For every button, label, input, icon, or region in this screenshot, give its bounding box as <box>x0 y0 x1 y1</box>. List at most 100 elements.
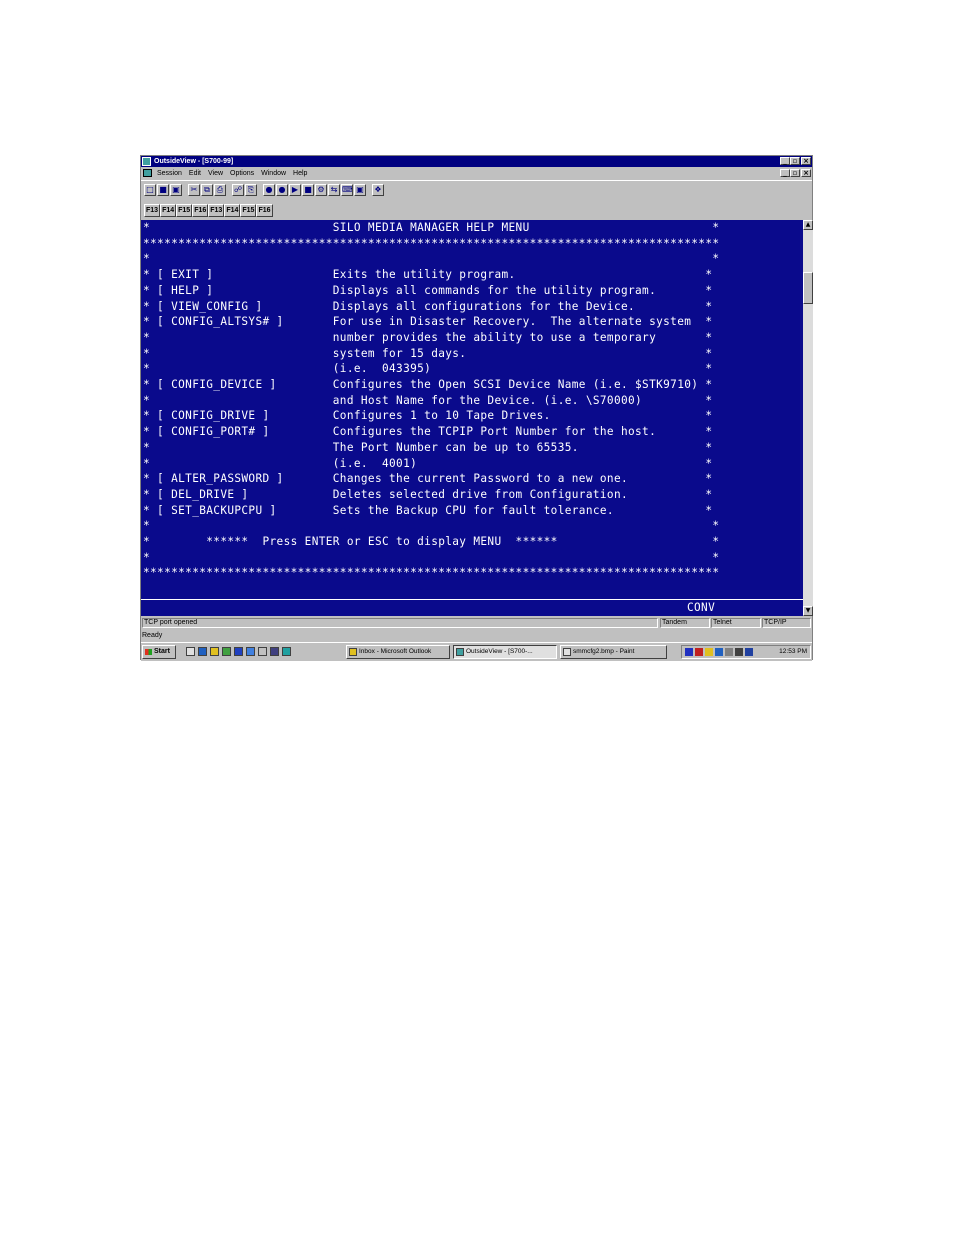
cut-icon[interactable]: ✂ <box>188 184 200 196</box>
show-desktop-icon[interactable] <box>186 647 195 656</box>
outsideview-icon <box>456 648 464 656</box>
task-outlook[interactable]: Inbox - Microsoft Outlook <box>346 645 450 659</box>
vertical-scrollbar[interactable]: ▲ ▼ <box>803 220 813 616</box>
task-label: smmcfg2.bmp - Paint <box>573 648 635 655</box>
outsideview-app-icon[interactable] <box>142 157 151 166</box>
menu-view[interactable]: View <box>208 169 223 178</box>
menu-bar: Session Edit View Options Window Help _ … <box>141 167 812 179</box>
fkey-button[interactable]: F14 <box>160 204 177 217</box>
printer-tray-icon[interactable] <box>725 648 733 656</box>
outlook-express-icon[interactable] <box>210 647 219 656</box>
fkey-button[interactable]: F14 <box>224 204 241 217</box>
paint-icon <box>563 648 571 656</box>
scroll-thumb[interactable] <box>803 272 813 304</box>
screen-icon[interactable]: ▣ <box>354 184 366 196</box>
record-icon[interactable]: ● <box>276 184 288 196</box>
fkey-button[interactable]: F15 <box>176 204 193 217</box>
macro-icon[interactable]: ● <box>263 184 275 196</box>
terminal-screen[interactable]: * SILO MEDIA MANAGER HELP MENU * *******… <box>141 220 803 616</box>
ready-indicator: Ready <box>142 632 163 639</box>
terminal-line: * (i.e. 4001) * <box>143 456 713 470</box>
terminal-line: * [ DEL_DRIVE ] Deletes selected drive f… <box>143 487 713 501</box>
terminal-line: * [ CONFIG_ALTSYS# ] For use in Disaster… <box>143 315 713 329</box>
taskbar: Start Inbox - Microsoft Outlook OutsideV… <box>141 642 812 661</box>
print-icon[interactable]: ⎙ <box>214 184 226 196</box>
menu-options[interactable]: Options <box>230 169 254 178</box>
terminal-line: * [ VIEW_CONFIG ] Displays all configura… <box>143 299 713 313</box>
status-transport: TCP/IP <box>762 618 811 628</box>
status-protocol: Telnet <box>711 618 761 628</box>
terminal-line: * The Port Number can be up to 65535. * <box>143 440 713 454</box>
help-book-icon[interactable]: ❖ <box>372 184 384 196</box>
title-bar[interactable]: OutsideView - [S700-99] _ ▫ × <box>141 156 812 167</box>
messenger-icon[interactable] <box>234 647 243 656</box>
clock[interactable]: 12:53 PM <box>779 646 807 658</box>
doc-restore-button[interactable]: ▫ <box>790 169 800 177</box>
fkey-button[interactable]: F13 <box>144 204 161 217</box>
terminal-line: * [ CONFIG_DEVICE ] Configures the Open … <box>143 378 713 391</box>
menu-session[interactable]: Session <box>157 169 182 178</box>
terminal-line: * [ HELP ] Displays all commands for the… <box>143 283 713 297</box>
fkey-button[interactable]: F15 <box>240 204 257 217</box>
minimize-button[interactable]: _ <box>780 157 790 165</box>
status-host-type: Tandem <box>660 618 710 628</box>
task-label: OutsideView - [S700-... <box>466 648 533 655</box>
task-paint[interactable]: smmcfg2.bmp - Paint <box>560 645 667 659</box>
keyboard-icon[interactable]: ⌨ <box>341 184 353 196</box>
document-controls: _ ▫ × <box>780 169 811 177</box>
start-label: Start <box>154 648 170 655</box>
channels-icon[interactable] <box>222 647 231 656</box>
terminal-line: * SILO MEDIA MANAGER HELP MENU * <box>143 221 720 234</box>
terminal-line: * * <box>143 550 720 564</box>
menu-items: Session Edit View Options Window Help <box>157 169 307 178</box>
transfer-icon[interactable]: ⇆ <box>328 184 340 196</box>
disconnect-icon[interactable]: ⎘ <box>245 184 257 196</box>
menu-edit[interactable]: Edit <box>189 169 201 178</box>
start-button[interactable]: Start <box>142 645 176 659</box>
network-icon[interactable] <box>246 647 255 656</box>
status-message: TCP port opened <box>142 618 658 628</box>
scroll-down-icon[interactable]: ▼ <box>803 606 813 616</box>
task-outsideview[interactable]: OutsideView - [S700-... <box>453 645 557 659</box>
menu-help[interactable]: Help <box>293 169 307 178</box>
terminal-line: * [ CONFIG_PORT# ] Configures the TCPIP … <box>143 425 713 439</box>
connect-icon[interactable]: ☍ <box>232 184 244 196</box>
internet-explorer-icon[interactable] <box>198 647 207 656</box>
settings-icon[interactable]: ⚙ <box>315 184 327 196</box>
doc-minimize-button[interactable]: _ <box>780 169 790 177</box>
scroll-up-icon[interactable]: ▲ <box>803 220 813 230</box>
maximize-button[interactable]: ▫ <box>790 157 800 165</box>
stop-icon[interactable]: ■ <box>302 184 314 196</box>
system-tray: 12:53 PM <box>681 645 811 659</box>
session-icon[interactable] <box>143 169 152 177</box>
recycle-icon[interactable] <box>282 647 291 656</box>
terminal-line: * [ EXIT ] Exits the utility program. * <box>143 268 713 282</box>
messenger-tray-icon[interactable] <box>715 648 723 656</box>
calculator-icon[interactable] <box>258 647 267 656</box>
terminal-line: * (i.e. 043395) * <box>143 362 713 376</box>
fkey-button[interactable]: F16 <box>256 204 273 217</box>
close-button[interactable]: × <box>801 157 811 165</box>
user-icon[interactable] <box>270 647 279 656</box>
task-label: Inbox - Microsoft Outlook <box>359 648 432 655</box>
terminal-line: * * <box>143 519 720 533</box>
fkey-button[interactable]: F16 <box>192 204 209 217</box>
open-icon[interactable]: ■ <box>157 184 169 196</box>
play-icon[interactable]: ▶ <box>289 184 301 196</box>
fkey-button[interactable]: F13 <box>208 204 225 217</box>
save-icon[interactable]: ▣ <box>170 184 182 196</box>
new-icon[interactable]: □ <box>144 184 156 196</box>
function-key-bar: F13 F14 F15 F16 F13 F14 F15 F16 <box>141 202 812 218</box>
terminal-line: * * <box>143 252 720 266</box>
copy-icon[interactable]: ⧉ <box>201 184 213 196</box>
terminal-line: ****************************************… <box>143 566 720 580</box>
menu-window[interactable]: Window <box>261 169 286 178</box>
volume-icon[interactable] <box>705 648 713 656</box>
status-bar: TCP port opened Tandem Telnet TCP/IP <box>141 617 812 629</box>
shield-icon[interactable] <box>685 648 693 656</box>
speaker-icon[interactable] <box>745 648 753 656</box>
doc-close-button[interactable]: × <box>801 169 811 177</box>
antivirus-icon[interactable] <box>695 648 703 656</box>
network-tray-icon[interactable] <box>735 648 743 656</box>
outlook-icon <box>349 648 357 656</box>
